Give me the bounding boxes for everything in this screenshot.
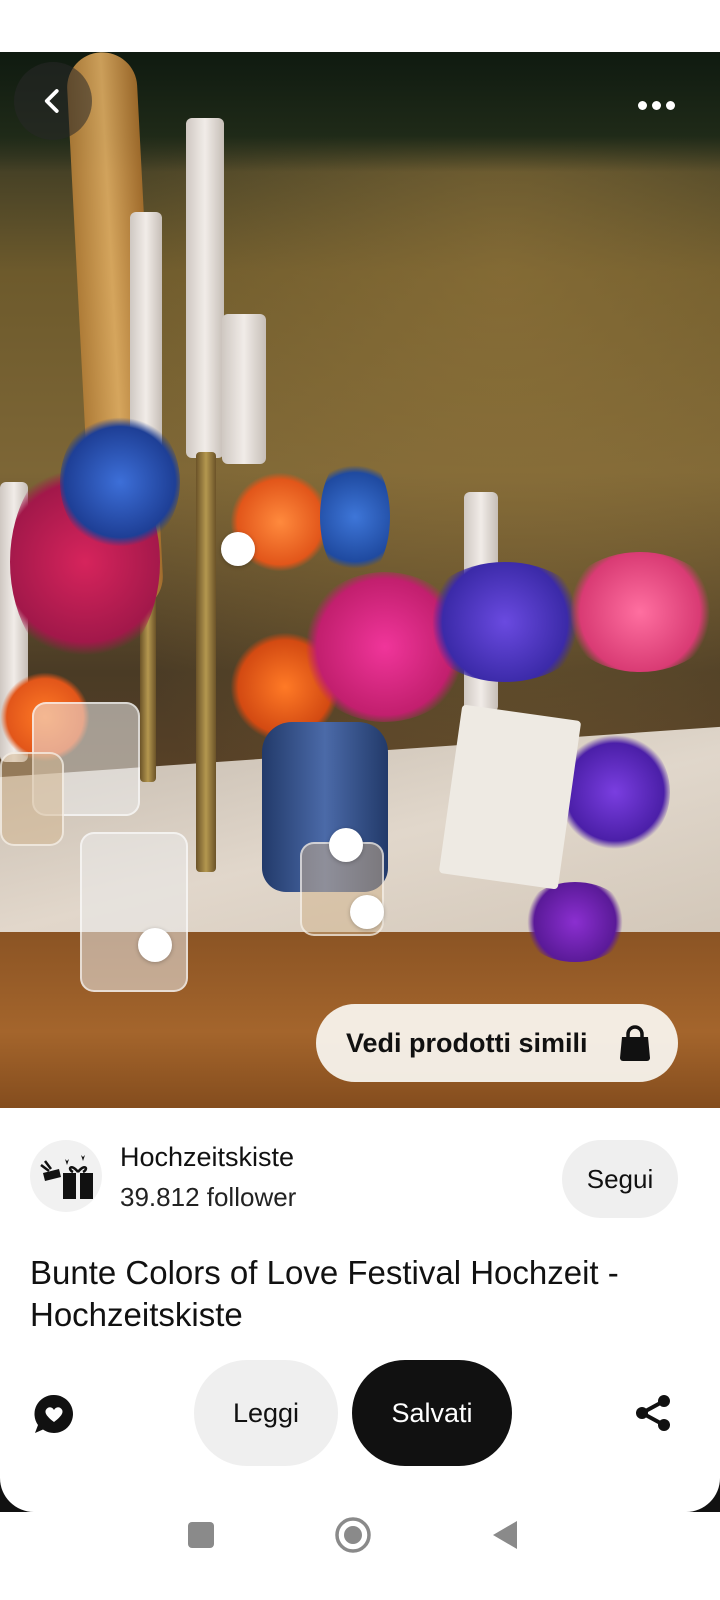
follow-button[interactable]: Segui — [562, 1140, 678, 1218]
saved-button[interactable]: Salvati — [352, 1360, 512, 1466]
product-tag-dot[interactable] — [138, 928, 172, 962]
candle-holder — [196, 452, 216, 872]
votive-glass — [0, 752, 64, 846]
product-tag-dot[interactable] — [329, 828, 363, 862]
chevron-left-icon — [44, 89, 59, 113]
flower — [320, 452, 390, 582]
follower-count: 39.812 follower — [120, 1182, 297, 1212]
back-nav-button[interactable] — [480, 1510, 530, 1560]
share-icon — [636, 1395, 670, 1431]
similar-products-label: Vedi prodotti simili — [346, 1027, 588, 1058]
product-tag-dot[interactable] — [221, 532, 255, 566]
square-icon — [188, 1522, 214, 1548]
status-bar — [0, 0, 720, 52]
recent-apps-button[interactable] — [176, 1510, 226, 1560]
flower — [520, 882, 630, 962]
flower-bouquet — [60, 412, 180, 552]
pillar-candle — [222, 314, 266, 464]
menu-card — [438, 704, 582, 890]
creator-name[interactable]: Hochzeitskiste — [120, 1142, 294, 1173]
triangle-back-icon — [493, 1521, 517, 1549]
shopping-bag-icon — [620, 1025, 650, 1061]
product-tag-dot[interactable] — [350, 895, 384, 929]
comment-button[interactable] — [30, 1390, 78, 1438]
more-options-button[interactable] — [628, 80, 684, 132]
flower — [560, 552, 720, 672]
home-button[interactable] — [328, 1510, 378, 1560]
gift-logo-icon — [40, 1155, 93, 1199]
tall-candle — [186, 118, 224, 458]
creator-avatar[interactable] — [30, 1140, 102, 1212]
similar-products-button[interactable]: Vedi prodotti simili — [316, 1004, 678, 1082]
pin-image[interactable] — [0, 52, 720, 1132]
back-button[interactable] — [14, 62, 92, 140]
home-circle-icon — [335, 1517, 371, 1553]
share-button[interactable] — [628, 1388, 678, 1438]
crystal-glass — [80, 832, 188, 992]
comment-heart-icon — [34, 1394, 73, 1433]
pin-title: Bunte Colors of Love Festival Hochzeit -… — [30, 1254, 619, 1333]
read-button[interactable]: Leggi — [194, 1360, 338, 1466]
more-horizontal-icon — [635, 97, 677, 115]
